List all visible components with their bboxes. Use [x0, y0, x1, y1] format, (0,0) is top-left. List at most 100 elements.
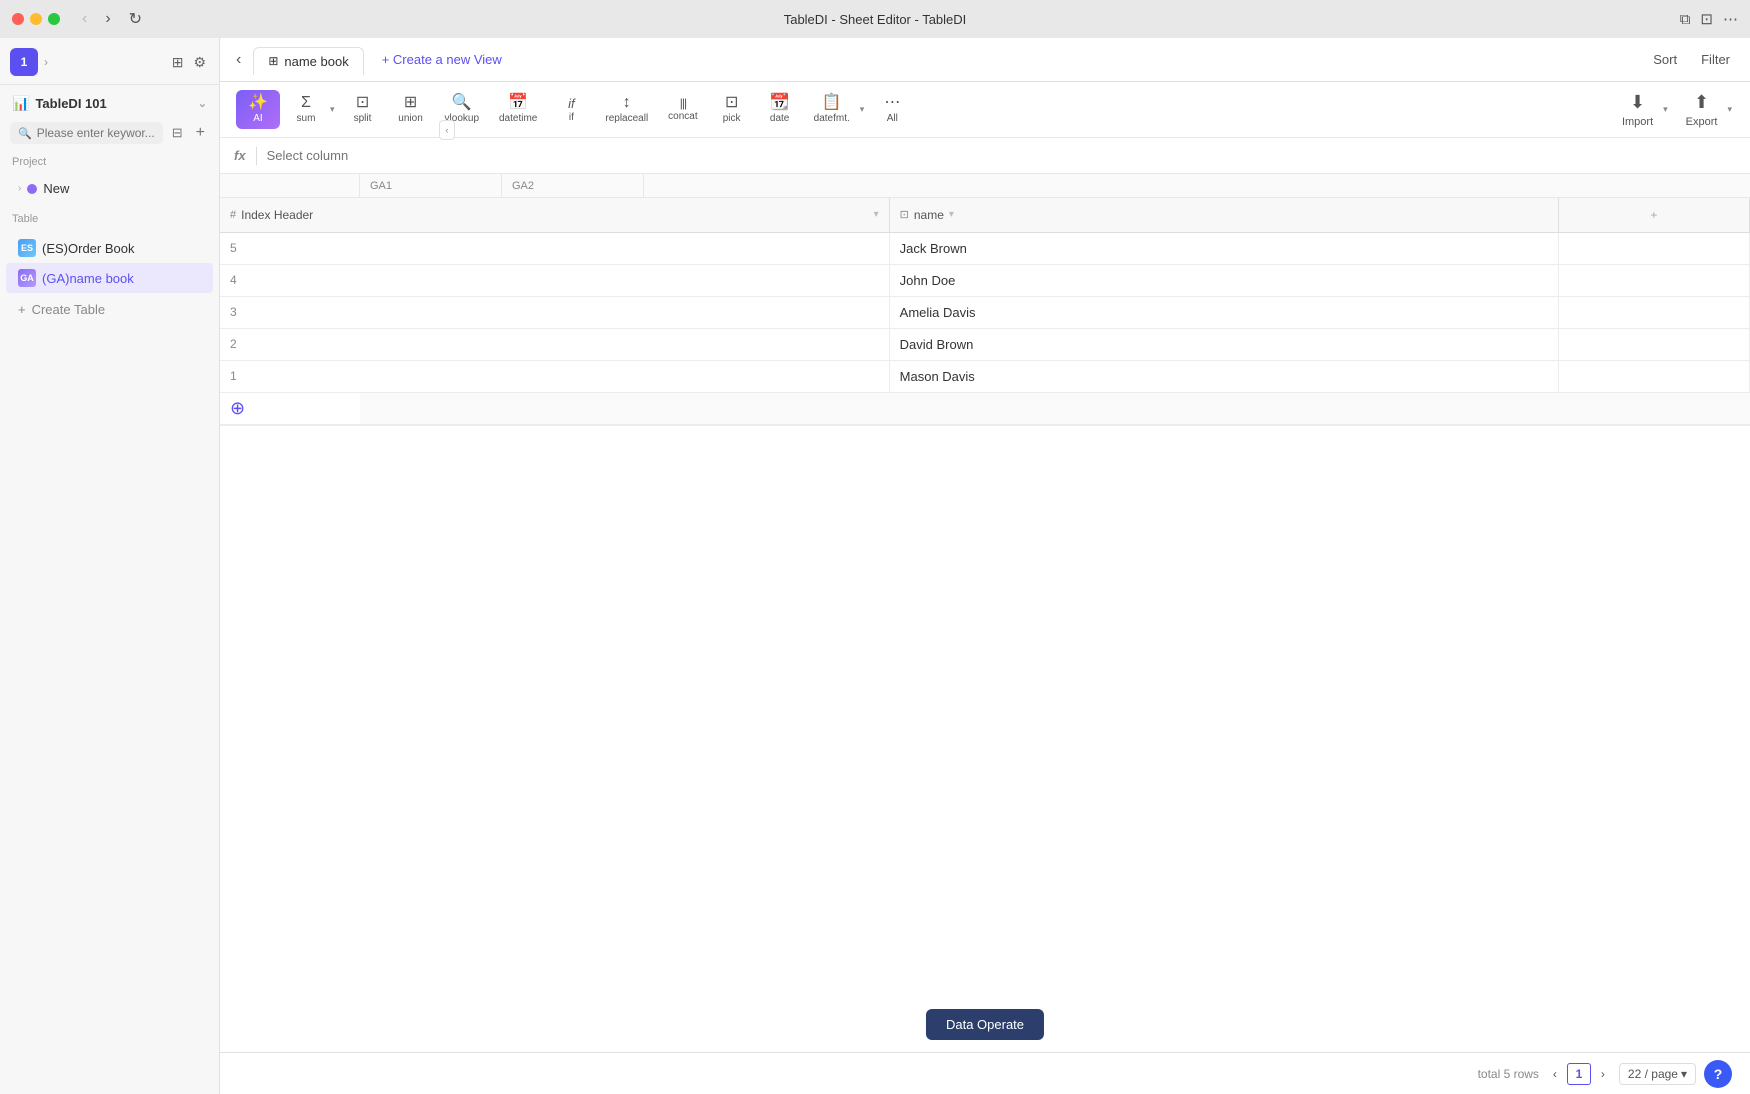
tool-split-btn[interactable]: ⊡ split — [341, 90, 385, 129]
filter-btn[interactable]: Filter — [1693, 48, 1738, 71]
project-item-new[interactable]: › New — [6, 176, 213, 201]
import-dropdown-btn[interactable]: ▾ — [1661, 102, 1670, 117]
concat-icon: ||| — [680, 97, 686, 109]
replaceall-icon: ↕ — [623, 95, 631, 111]
toolbar-right: ⬇ Import ▾ ⬆ Export ▾ — [1614, 87, 1734, 133]
col-group-ga1: GA1 — [360, 174, 502, 197]
new-view-btn[interactable]: + Create a new View — [372, 47, 512, 72]
page-nav: ‹ 1 › — [1547, 1063, 1611, 1085]
tool-replaceall-label: replaceall — [605, 113, 648, 124]
workspace-chevron-icon[interactable]: ⌄ — [198, 97, 207, 110]
search-filter-btn[interactable]: ⊟ — [169, 122, 186, 144]
cell-index[interactable]: 2 — [220, 328, 889, 360]
sidebar-expand-btn[interactable]: › — [44, 55, 48, 69]
tool-datefmt-btn[interactable]: 📋 datefmt. — [806, 90, 858, 129]
tool-sum-btn[interactable]: Σ sum — [284, 90, 328, 129]
cell-name[interactable]: John Doe — [889, 264, 1558, 296]
table-item-orderbook-label: (ES)Order Book — [42, 241, 134, 256]
cell-index[interactable]: 3 — [220, 296, 889, 328]
table-item-namebook[interactable]: GA (GA)name book — [6, 263, 213, 293]
page-number[interactable]: 1 — [1567, 1063, 1591, 1085]
export-btn[interactable]: ⬆ Export — [1678, 87, 1726, 133]
tab-back-btn[interactable]: ‹ — [232, 47, 245, 73]
titlebar: ‹ › ↻ TableDI - Sheet Editor - TableDI ⧉… — [0, 0, 1750, 38]
tool-all-btn[interactable]: ⋯ All — [870, 90, 914, 129]
datefmt-icon: 📋 — [822, 95, 842, 111]
sum-icon: Σ — [301, 95, 311, 111]
formula-bar: fx — [220, 138, 1750, 174]
tab-namebook[interactable]: ⊞ name book — [253, 47, 363, 75]
tool-concat-btn[interactable]: ||| concat — [660, 92, 705, 127]
sum-dropdown-btn[interactable]: ▾ — [328, 102, 337, 117]
col-header-index[interactable]: # Index Header ▾ — [220, 198, 889, 232]
grid-scroll[interactable]: GA1 GA2 # Index Header ▾ — [220, 174, 1750, 1052]
sidebar-settings-btn[interactable]: ⚙ — [190, 51, 209, 74]
cell-index[interactable]: 4 — [220, 264, 889, 296]
search-add-btn[interactable]: + — [192, 122, 209, 144]
maximize-button[interactable] — [48, 13, 60, 25]
page-size-select[interactable]: 22 / page ▾ — [1619, 1063, 1696, 1085]
forward-button[interactable]: › — [101, 7, 114, 31]
tool-pick-btn[interactable]: ⊡ pick — [710, 90, 754, 129]
cell-name[interactable]: Jack Brown — [889, 232, 1558, 264]
cell-index[interactable]: 1 — [220, 360, 889, 392]
page-next-btn[interactable]: › — [1595, 1064, 1611, 1084]
window-expand-button[interactable]: ⊡ — [1700, 10, 1713, 28]
split-icon: ⊡ — [356, 95, 369, 111]
tool-if-btn[interactable]: if if — [549, 92, 593, 128]
close-button[interactable] — [12, 13, 24, 25]
tool-replaceall-btn[interactable]: ↕ replaceall — [597, 90, 656, 129]
workspace-row[interactable]: 📊 TableDI 101 ⌄ — [0, 85, 219, 118]
cell-name[interactable]: David Brown — [889, 328, 1558, 360]
window-pip-button[interactable]: ⧉ — [1680, 11, 1691, 28]
search-input[interactable] — [37, 126, 155, 140]
sort-btn[interactable]: Sort — [1645, 48, 1685, 71]
table-row: 1Mason Davis — [220, 360, 1750, 392]
cell-empty — [1558, 360, 1749, 392]
import-btn[interactable]: ⬇ Import — [1614, 87, 1661, 133]
back-button[interactable]: ‹ — [78, 7, 91, 31]
tool-datetime-btn[interactable]: 📅 datetime — [491, 90, 545, 129]
cell-name[interactable]: Amelia Davis — [889, 296, 1558, 328]
ai-icon: ✨ — [248, 95, 268, 111]
col-add-btn[interactable]: + — [1558, 198, 1749, 232]
col-name-label: name — [914, 208, 944, 222]
tool-ai-btn[interactable]: ✨ AI — [236, 90, 280, 129]
col-header-name[interactable]: ⊡ name ▾ — [889, 198, 1558, 232]
tool-date-label: date — [770, 113, 789, 124]
table-header-row: # Index Header ▾ ⊡ name ▾ — [220, 198, 1750, 232]
cell-empty — [1558, 328, 1749, 360]
name-type-icon: ⊡ — [900, 208, 909, 221]
refresh-button[interactable]: ↻ — [125, 7, 146, 31]
if-icon: if — [568, 97, 575, 110]
project-section-label: Project — [0, 148, 219, 172]
formula-input[interactable] — [267, 148, 1736, 163]
export-dropdown-btn[interactable]: ▾ — [1725, 102, 1734, 117]
create-table-btn[interactable]: + Create Table — [6, 297, 213, 322]
window-more-button[interactable]: ⋯ — [1723, 10, 1738, 28]
add-row-btn[interactable]: ⊕ — [220, 393, 360, 425]
project-item-label: New — [43, 181, 69, 196]
sidebar: 1 › ⊞ ⚙ 📊 TableDI 101 ⌄ 🔍 ⊟ + Project › — [0, 38, 220, 1094]
help-btn[interactable]: ? — [1704, 1060, 1732, 1088]
tool-union-btn[interactable]: ⊞ union — [389, 90, 433, 129]
tool-date-btn[interactable]: 📆 date — [758, 90, 802, 129]
cell-empty — [1558, 264, 1749, 296]
table-item-orderbook[interactable]: ES (ES)Order Book — [6, 233, 213, 263]
page-prev-btn[interactable]: ‹ — [1547, 1064, 1563, 1084]
datefmt-dropdown-btn[interactable]: ▾ — [858, 102, 867, 117]
index-sort-icon[interactable]: ▾ — [874, 209, 879, 220]
tool-sum-label: sum — [297, 113, 316, 124]
name-filter-icon[interactable]: ▾ — [949, 209, 954, 220]
collapse-sidebar-btn[interactable]: ‹ — [439, 120, 455, 140]
data-operate-btn[interactable]: Data Operate — [926, 1009, 1044, 1040]
sidebar-icon[interactable]: 1 — [10, 48, 38, 76]
all-icon: ⋯ — [884, 95, 900, 111]
sidebar-view-btn[interactable]: ⊞ — [169, 51, 187, 74]
cell-name[interactable]: Mason Davis — [889, 360, 1558, 392]
cell-index[interactable]: 5 — [220, 232, 889, 264]
table-section-label: Table — [0, 205, 219, 229]
data-table: # Index Header ▾ ⊡ name ▾ — [220, 198, 1750, 393]
date-icon: 📆 — [770, 95, 790, 111]
minimize-button[interactable] — [30, 13, 42, 25]
